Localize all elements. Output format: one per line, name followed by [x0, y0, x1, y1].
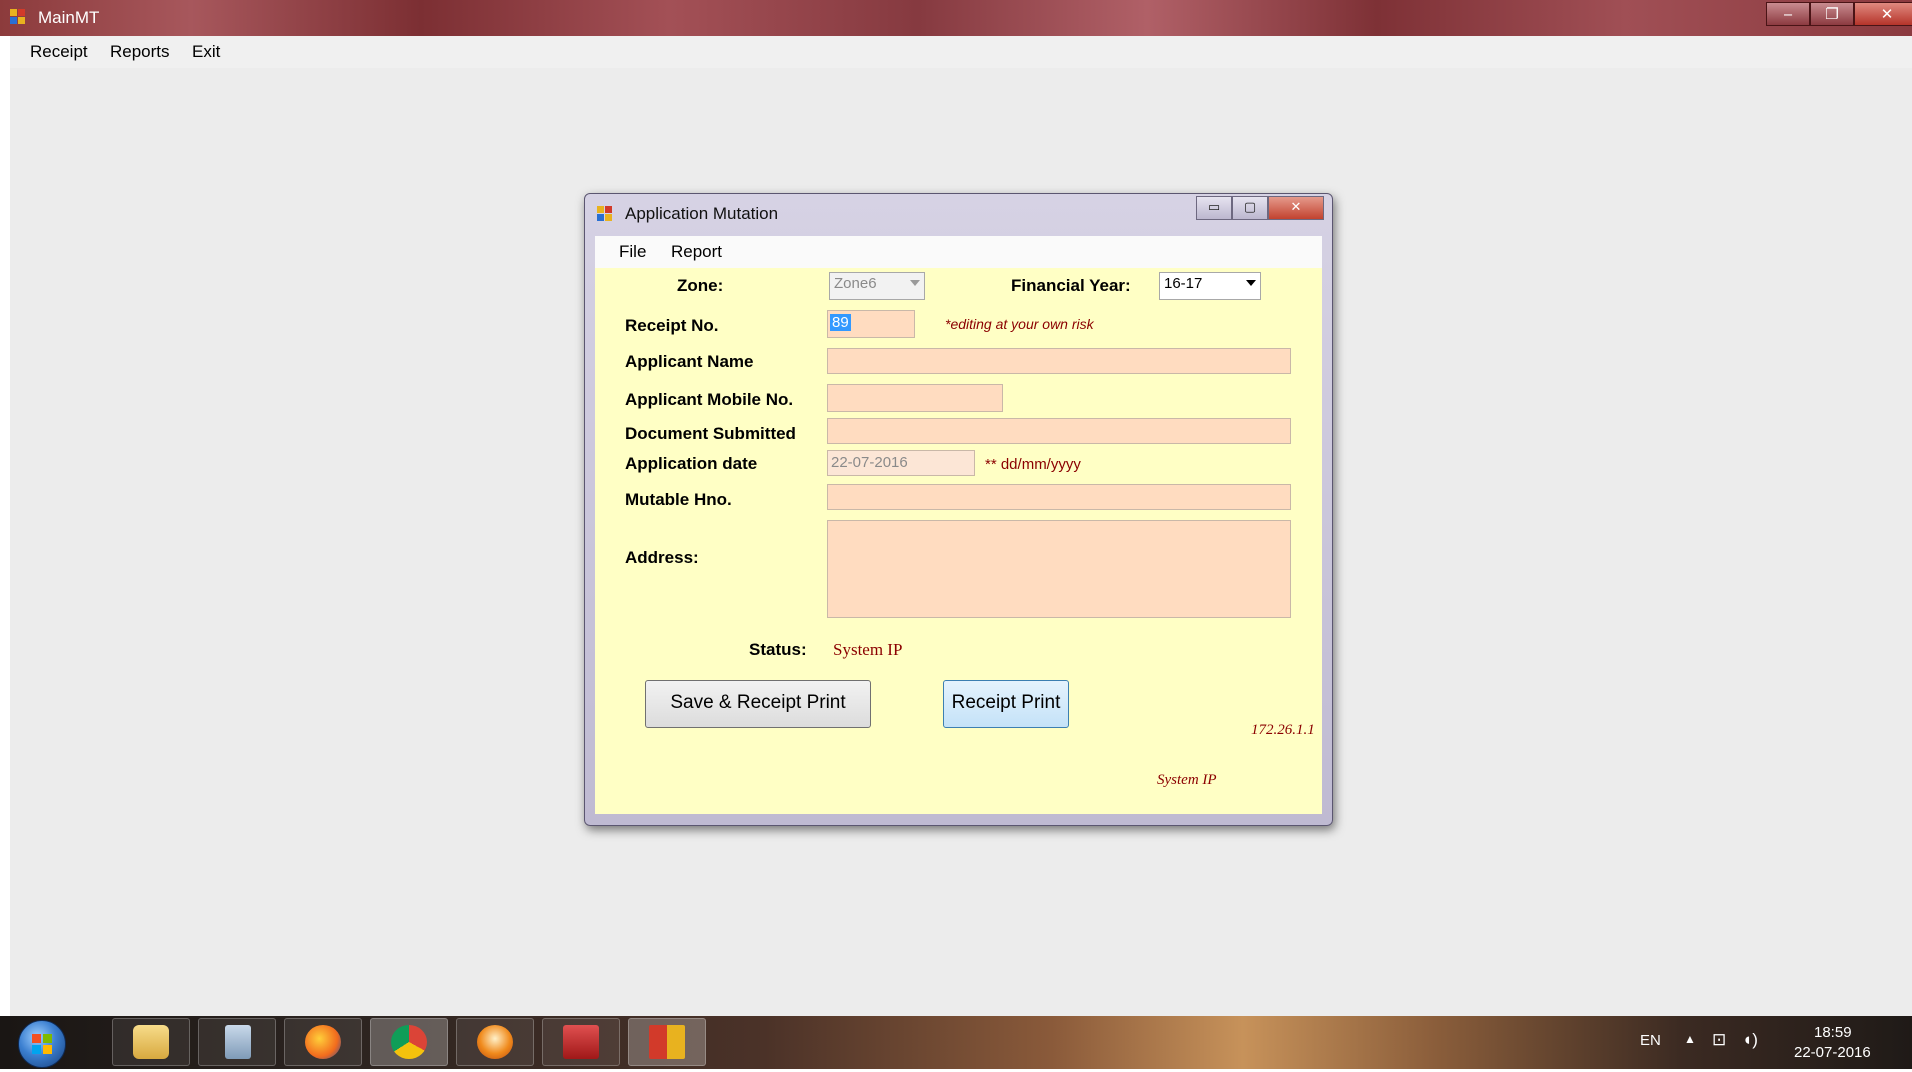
- receipt-print-button[interactable]: Receipt Print: [943, 680, 1069, 728]
- dialog-close-button[interactable]: ✕: [1268, 196, 1324, 220]
- address-label: Address:: [625, 548, 699, 567]
- system-ip-label: System IP: [1157, 772, 1217, 788]
- zone-select[interactable]: Zone6: [829, 272, 925, 300]
- taskbar-media-app[interactable]: [456, 1018, 534, 1066]
- mutable-hno-field[interactable]: [827, 484, 1291, 510]
- document-label: Document Submitted: [625, 424, 796, 443]
- clock-time[interactable]: 18:59: [1814, 1024, 1852, 1041]
- taskbar-chrome[interactable]: [370, 1018, 448, 1066]
- app-icon: [10, 9, 26, 25]
- financial-year-select[interactable]: 16-17: [1159, 272, 1261, 300]
- taskbar-calculator[interactable]: [198, 1018, 276, 1066]
- mobile-field[interactable]: [827, 384, 1003, 412]
- calculator-icon: [225, 1025, 251, 1059]
- language-indicator[interactable]: EN: [1640, 1032, 1661, 1049]
- tray-expand-icon[interactable]: ▲: [1684, 1032, 1696, 1046]
- application-date-label: Application date: [625, 454, 758, 473]
- taskbar-firefox[interactable]: [284, 1018, 362, 1066]
- chevron-down-icon: [910, 280, 920, 286]
- status-value: System IP: [833, 640, 903, 659]
- folder-icon: [133, 1025, 169, 1059]
- clock-date[interactable]: 22-07-2016: [1794, 1044, 1871, 1061]
- chrome-icon: [391, 1025, 427, 1059]
- close-button[interactable]: ✕: [1854, 2, 1912, 26]
- receipt-no-warning: *editing at your own risk: [945, 316, 1094, 332]
- mobile-label: Applicant Mobile No.: [625, 390, 794, 409]
- dialog-menubar: File Report: [595, 236, 1322, 268]
- taskbar-mainmt[interactable]: [628, 1018, 706, 1066]
- mutation-form: Zone: Zone6 Financial Year: 16-17 Receip…: [595, 268, 1322, 814]
- save-receipt-print-button[interactable]: Save & Receipt Print: [645, 680, 871, 728]
- start-button[interactable]: [18, 1020, 66, 1068]
- dialog-restore-button[interactable]: ▢: [1232, 196, 1268, 220]
- financial-year-label: Financial Year:: [1011, 276, 1131, 295]
- windows-logo-icon: [32, 1034, 52, 1054]
- menu-receipt[interactable]: Receipt: [30, 42, 88, 62]
- dialog-minimize-button[interactable]: ▭: [1196, 196, 1232, 220]
- pdf-icon: [563, 1025, 599, 1059]
- menu-file[interactable]: File: [619, 242, 646, 262]
- chevron-down-icon: [1246, 280, 1256, 286]
- menu-exit[interactable]: Exit: [192, 42, 220, 62]
- status-label: Status:: [749, 640, 807, 659]
- taskbar-pdf-reader[interactable]: [542, 1018, 620, 1066]
- document-field[interactable]: [827, 418, 1291, 444]
- zone-value: Zone6: [834, 275, 877, 292]
- dialog-app-icon: [597, 206, 613, 222]
- minimize-button[interactable]: ‒: [1766, 2, 1810, 26]
- ip-address-value: 172.26.1.1: [1251, 722, 1315, 738]
- menu-report[interactable]: Report: [671, 242, 722, 262]
- volume-icon[interactable]: ◖): [1742, 1030, 1758, 1050]
- date-format-hint: ** dd/mm/yyyy: [985, 456, 1081, 473]
- menu-reports[interactable]: Reports: [110, 42, 170, 62]
- mainmt-app-icon: [649, 1025, 685, 1059]
- application-mutation-dialog: Application Mutation ▭ ▢ ✕ File Report Z…: [584, 193, 1333, 826]
- financial-year-value: 16-17: [1164, 275, 1203, 292]
- address-textarea[interactable]: [827, 520, 1291, 618]
- applicant-name-field[interactable]: [827, 348, 1291, 374]
- mutable-hno-label: Mutable Hno.: [625, 490, 732, 509]
- zone-label: Zone:: [677, 276, 724, 295]
- main-menubar: Receipt Reports Exit: [10, 36, 1912, 68]
- receipt-no-label: Receipt No.: [625, 316, 719, 335]
- receipt-no-field[interactable]: 89: [827, 310, 915, 338]
- taskbar-file-explorer[interactable]: [112, 1018, 190, 1066]
- window-title: MainMT: [38, 8, 100, 27]
- receipt-no-value: 89: [830, 314, 851, 331]
- application-date-value: 22-07-2016: [831, 454, 908, 471]
- taskbar: EN ▲ ⊡ ◖) 18:59 22-07-2016: [0, 1016, 1912, 1069]
- firefox-icon: [305, 1025, 341, 1059]
- network-icon[interactable]: ⊡: [1712, 1030, 1726, 1050]
- application-date-field[interactable]: 22-07-2016: [827, 450, 975, 476]
- dialog-title: Application Mutation: [625, 204, 779, 223]
- restore-button[interactable]: ❐: [1810, 2, 1854, 26]
- applicant-name-label: Applicant Name: [625, 352, 754, 371]
- main-window-titlebar[interactable]: MainMT ‒ ❐ ✕: [0, 0, 1912, 36]
- media-player-icon: [477, 1025, 513, 1059]
